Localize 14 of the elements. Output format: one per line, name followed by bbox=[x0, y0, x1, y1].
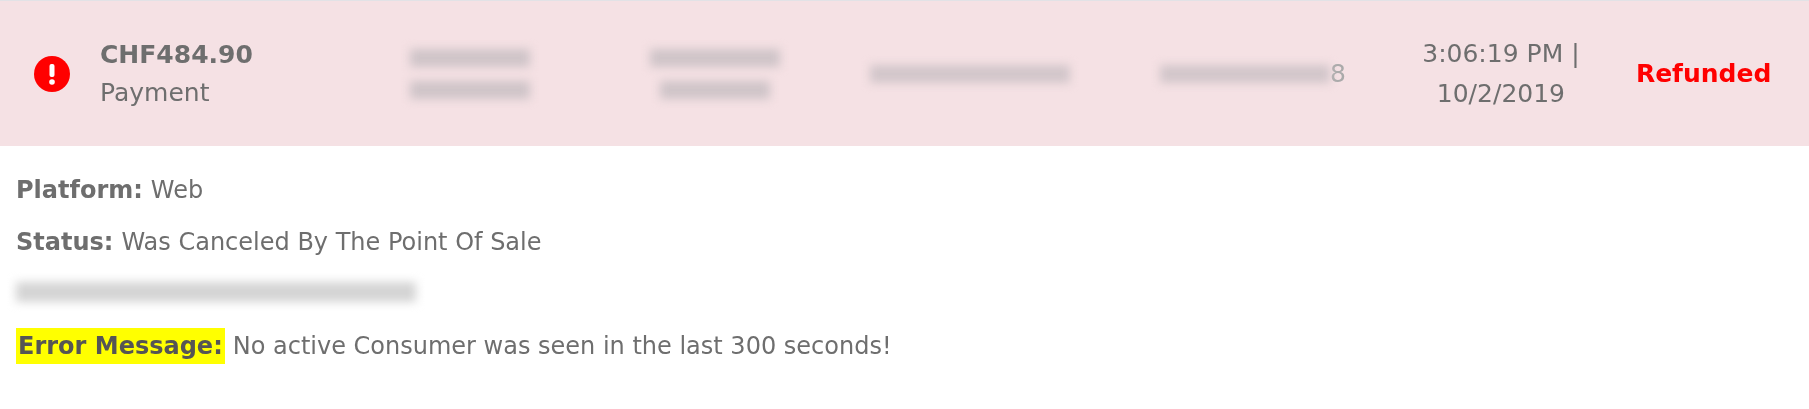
status-text: Refunded bbox=[1635, 57, 1772, 90]
field-value: No active Consumer was seen in the last 300 seconds! bbox=[232, 331, 892, 362]
field-label: Status: bbox=[16, 227, 114, 258]
type-text: Payment bbox=[100, 76, 211, 108]
field-label: Platform: bbox=[16, 175, 143, 206]
transaction-row[interactable]: CHF484.90 Payment 8 3:06:19 PM | 10/2/2019 Refunded bbox=[0, 0, 1809, 146]
alert-icon bbox=[34, 55, 70, 92]
time-text: 3:06:19 PM | bbox=[1422, 38, 1580, 70]
date-text: 10/2/2019 bbox=[1436, 77, 1565, 109]
field-value: Web bbox=[150, 175, 204, 206]
field-label: Error Message: bbox=[16, 328, 225, 364]
field-value: Was Canceled By The Point Of Sale bbox=[121, 227, 542, 258]
id-text: 8 bbox=[1330, 57, 1346, 90]
amount-text: CHF484.90 bbox=[100, 39, 254, 71]
